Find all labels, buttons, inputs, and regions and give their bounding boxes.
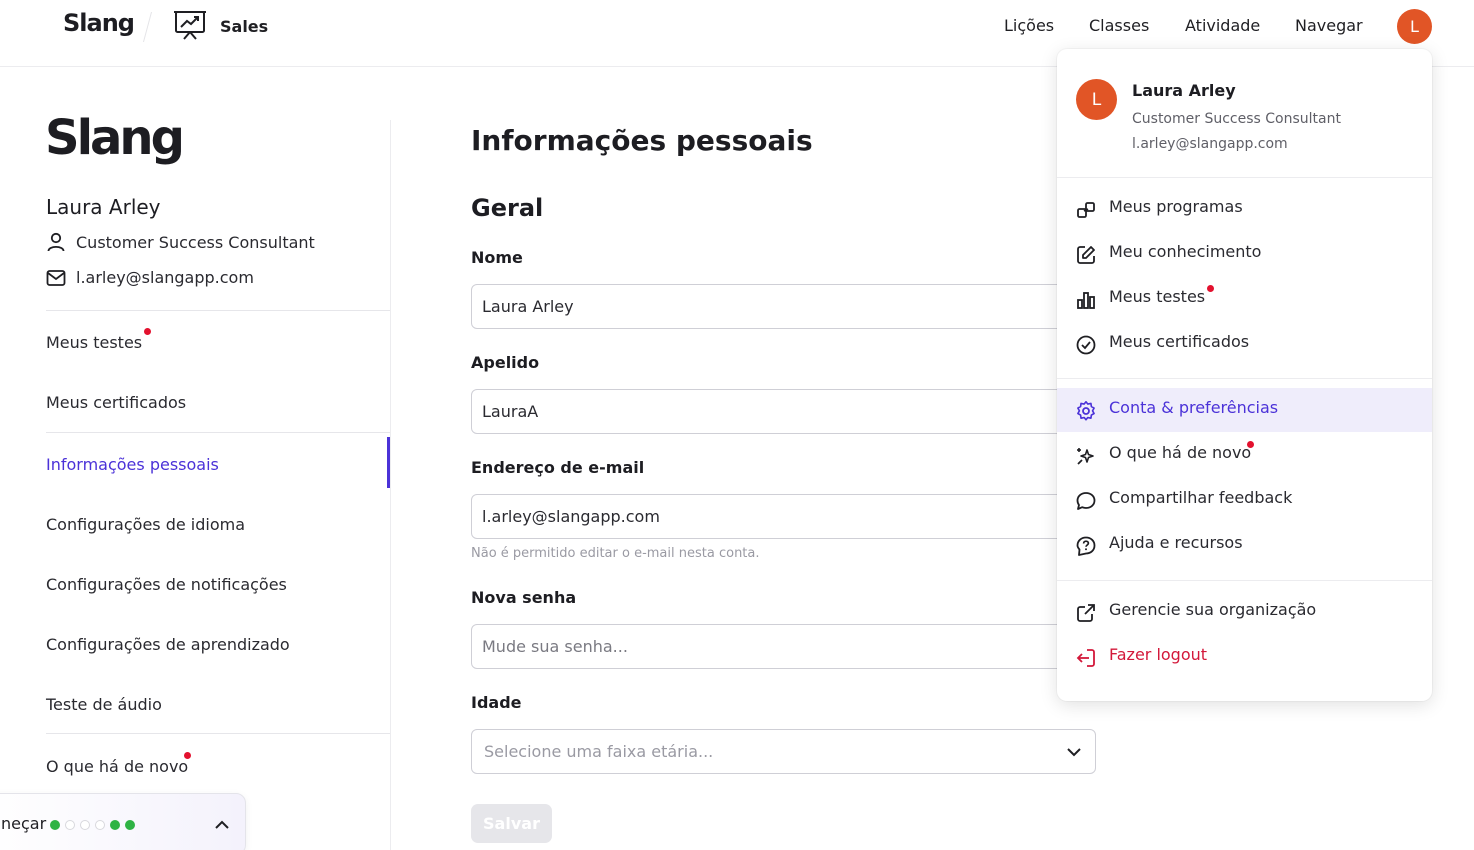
menu-item-logout[interactable]: Fazer logout	[1057, 635, 1432, 679]
sidebar-item-meus-testes[interactable]: Meus testes	[46, 333, 142, 352]
sidebar-item-configuracoes-idioma[interactable]: Configurações de idioma	[46, 515, 245, 534]
menu-user-name: Laura Arley	[1132, 81, 1236, 100]
notification-dot	[184, 752, 191, 759]
menu-item-label: Gerencie sua organização	[1109, 600, 1317, 619]
bar-chart-icon	[1077, 292, 1095, 309]
chevron-up-icon[interactable]	[213, 816, 231, 834]
progress-step-done	[50, 820, 60, 830]
presentation-chart-icon[interactable]	[173, 8, 207, 42]
sidebar-border	[390, 120, 391, 850]
logout-icon	[1076, 649, 1095, 667]
page-title: Informações pessoais	[471, 124, 813, 157]
sidebar-divider	[46, 733, 390, 734]
menu-item-label: Meu conhecimento	[1109, 242, 1262, 261]
progress-step-done	[125, 820, 135, 830]
menu-item-meu-conhecimento[interactable]: Meu conhecimento	[1057, 232, 1432, 276]
sidebar-item-meus-certificados[interactable]: Meus certificados	[46, 393, 186, 412]
sidebar-divider	[46, 310, 390, 311]
programs-icon	[1077, 202, 1095, 218]
menu-item-label: Meus testes	[1109, 287, 1206, 306]
sidebar-item-configuracoes-notificacoes[interactable]: Configurações de notificações	[46, 575, 287, 594]
age-select[interactable]: Selecione uma faixa etária...	[471, 729, 1096, 774]
onboarding-widget[interactable]: neçar	[0, 793, 246, 850]
badge-check-icon	[1076, 335, 1096, 355]
menu-item-label: Compartilhar feedback	[1109, 488, 1293, 507]
menu-item-gerencie-organizacao[interactable]: Gerencie sua organização	[1057, 590, 1432, 634]
name-input[interactable]	[471, 284, 1096, 329]
notification-dot	[1247, 441, 1254, 448]
chat-bubble-icon	[1076, 492, 1096, 510]
sidebar-item-informacoes-pessoais[interactable]: Informações pessoais	[46, 455, 219, 474]
sidebar-divider	[46, 432, 390, 433]
nav-navegar[interactable]: Navegar	[1295, 16, 1363, 35]
menu-item-conta-preferencias[interactable]: Conta & preferências	[1057, 388, 1432, 432]
gear-icon	[1077, 400, 1095, 421]
profile-email: l.arley@slangapp.com	[76, 268, 254, 287]
menu-item-compartilhar-feedback[interactable]: Compartilhar feedback	[1057, 478, 1432, 522]
notification-dot	[1207, 285, 1214, 292]
email-input[interactable]	[471, 494, 1096, 539]
nav-classes[interactable]: Classes	[1089, 16, 1149, 35]
logo-divider	[142, 12, 153, 42]
menu-user-role: Customer Success Consultant	[1132, 111, 1341, 127]
menu-divider	[1057, 378, 1432, 379]
email-helper-text: Não é permitido editar o e-mail nesta co…	[471, 546, 760, 561]
age-select-placeholder: Selecione uma faixa etária...	[484, 742, 714, 761]
menu-item-meus-certificados[interactable]: Meus certificados	[1057, 322, 1432, 366]
chevron-down-icon	[1067, 748, 1081, 757]
nickname-input[interactable]	[471, 389, 1096, 434]
menu-item-label: O que há de novo	[1109, 443, 1252, 462]
age-label: Idade	[471, 693, 522, 712]
password-label: Nova senha	[471, 588, 577, 607]
onboarding-label: neçar	[1, 814, 47, 833]
sidebar-item-teste-audio[interactable]: Teste de áudio	[46, 695, 162, 714]
mail-icon	[46, 270, 66, 286]
help-icon	[1076, 536, 1096, 556]
menu-divider	[1057, 580, 1432, 581]
external-link-icon	[1077, 604, 1095, 622]
menu-item-ajuda-recursos[interactable]: Ajuda e recursos	[1057, 523, 1432, 567]
nav-licoes[interactable]: Lições	[1004, 16, 1054, 35]
sidebar-logo: Slang	[45, 110, 185, 166]
menu-item-label: Meus programas	[1109, 197, 1243, 216]
menu-item-label: Conta & preferências	[1109, 398, 1279, 417]
menu-user-email: l.arley@slangapp.com	[1132, 136, 1288, 152]
menu-avatar: L	[1076, 79, 1117, 120]
section-title: Geral	[471, 194, 544, 222]
progress-step-todo	[65, 820, 75, 830]
sidebar-item-o-que-ha-de-novo[interactable]: O que há de novo	[46, 757, 188, 776]
avatar[interactable]: L	[1397, 9, 1432, 44]
profile-role: Customer Success Consultant	[76, 233, 315, 252]
menu-item-o-que-ha-de-novo[interactable]: O que há de novo	[1057, 433, 1432, 477]
account-menu: L Laura Arley Customer Success Consultan…	[1057, 49, 1432, 701]
person-icon	[47, 232, 65, 252]
profile-name: Laura Arley	[46, 195, 161, 219]
sidebar-item-configuracoes-aprendizado[interactable]: Configurações de aprendizado	[46, 635, 290, 654]
progress-step-todo	[95, 820, 105, 830]
email-label: Endereço de e-mail	[471, 458, 645, 477]
menu-item-label: Ajuda e recursos	[1109, 533, 1243, 552]
logo[interactable]: Slang	[63, 9, 135, 37]
progress-step-todo	[80, 820, 90, 830]
menu-item-meus-programas[interactable]: Meus programas	[1057, 187, 1432, 231]
nickname-label: Apelido	[471, 353, 540, 372]
password-input[interactable]	[471, 624, 1096, 669]
menu-item-label: Fazer logout	[1109, 645, 1208, 664]
notification-dot	[144, 328, 151, 335]
menu-item-meus-testes[interactable]: Meus testes	[1057, 277, 1432, 321]
progress-step-done	[110, 820, 120, 830]
sparkles-icon	[1077, 448, 1094, 465]
menu-item-label: Meus certificados	[1109, 332, 1250, 351]
name-label: Nome	[471, 248, 523, 267]
save-button[interactable]: Salvar	[471, 804, 552, 843]
edit-icon	[1077, 246, 1095, 264]
menu-divider	[1057, 177, 1432, 178]
nav-atividade[interactable]: Atividade	[1185, 16, 1260, 35]
app-name[interactable]: Sales	[220, 17, 268, 36]
